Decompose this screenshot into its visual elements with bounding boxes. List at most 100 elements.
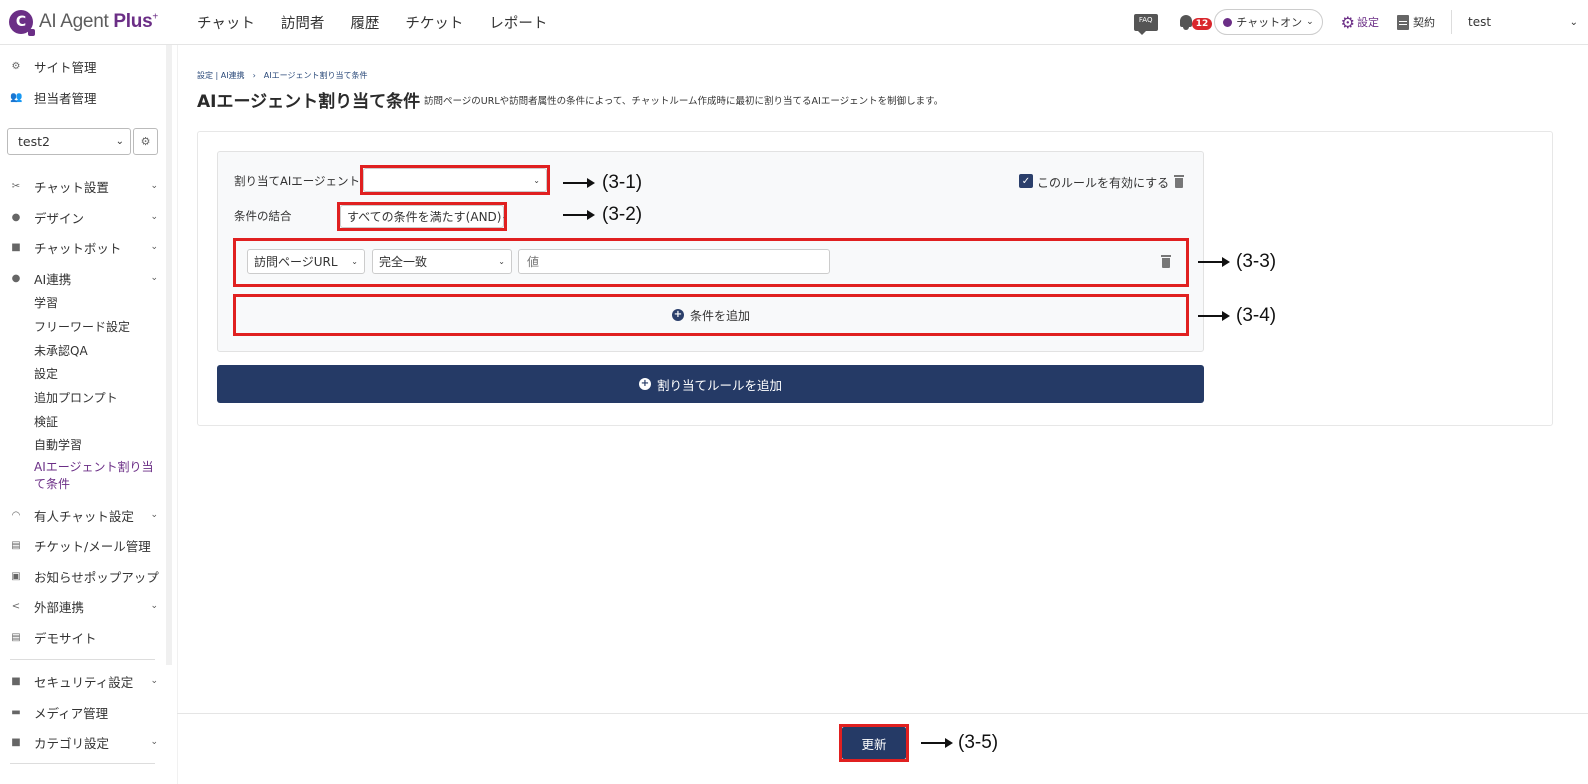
divider [1451,10,1452,34]
gears-icon: ⚙ [11,60,21,72]
nav-reports[interactable]: レポート [489,12,547,33]
sidebar-item-demo-site[interactable]: ▤ デモサイト [0,624,166,650]
enable-rule-checkbox[interactable]: ✓ [1019,174,1033,188]
annotation-arrow-icon [1198,311,1230,321]
faq-icon[interactable]: FAQ [1133,13,1158,35]
sidebar-item-chat-install[interactable]: ✂ チャット設置 ⌄ [0,173,166,199]
sidebar-item-label: デモサイト [34,630,97,646]
page-description: 訪問ページのURLや訪問者属性の条件によって、チャットルーム作成時に最初に割り当… [424,96,944,107]
contract-link[interactable]: 契約 [1397,14,1435,30]
top-bar: C AI Agent Plus+ チャット 訪問者 履歴 チケット レポート F… [0,0,1588,45]
sidebar-item-site-admin[interactable]: ⚙ サイト管理 [0,53,166,79]
notification-badge: 12 [1191,18,1213,30]
sidebar-item-popup[interactable]: ▣ お知らせポップアップ ⌄ [0,563,166,589]
add-condition-button[interactable]: + 条件を追加 [236,297,1186,333]
breadcrumb[interactable]: 設定 | AI連携 › AIエージェント割り当て条件 [197,70,367,81]
nav-visitors[interactable]: 訪問者 [281,12,325,33]
condition-field-select[interactable]: 訪問ページURL ⌄ [247,249,365,274]
sidebar-item-security[interactable]: ■ セキュリティ設定 ⌄ [0,668,166,694]
sidebar: ⚙ サイト管理 👥 担当者管理 test2 ⌄ ⚙ ✂ チャット設置 ⌄ ● デ… [0,45,172,784]
chevron-down-icon: ⌄ [150,181,158,191]
sidebar-item-category[interactable]: ■ カテゴリ設定 ⌄ [0,729,166,755]
sidebar-item-label: デザイン [34,210,85,226]
page-title: AIエージェント割り当て条件 [197,92,421,112]
tools-icon: ✂ [11,180,21,192]
sidebar-item-label: 外部連携 [34,599,85,615]
user-menu[interactable]: test ⌄ [1468,15,1588,29]
plus-circle-icon: + [638,378,651,390]
sidebar-item-label: サイト管理 [34,59,97,75]
condition-value-input[interactable] [518,249,830,274]
chevron-down-icon: ⌄ [501,212,509,221]
condition-operator-value: 完全一致 [379,255,428,269]
sidebar-item-ticket-mail[interactable]: ▤ チケット/メール管理 [0,532,166,558]
nav-chat[interactable]: チャット [197,12,255,33]
chat-status-label: チャットオン [1236,16,1303,29]
ai-sub-auto-learning[interactable]: 自動学習 [34,436,82,453]
combine-select-value: すべての条件を満たす(AND) [347,210,502,224]
bell-icon[interactable] [1178,14,1194,30]
chevron-down-icon: ⌄ [351,257,358,266]
site-select-value: test2 [18,134,50,149]
site-settings-gear-icon[interactable]: ⚙ [133,128,158,155]
chat-status-toggle[interactable]: チャットオン ⌄ [1214,9,1323,35]
ticket-icon: ▤ [11,539,21,551]
divider [177,45,178,784]
main-nav: チャット 訪問者 履歴 チケット レポート [197,12,573,33]
chevron-down-icon: ⌄ [1569,16,1578,28]
combine-select[interactable]: すべての条件を満たす(AND) ⌄ [340,205,508,228]
ai-sub-agent-assignment[interactable]: AIエージェント割り当て条件 [34,459,160,493]
site-select[interactable]: test2 ⌄ [7,128,131,155]
divider [10,659,155,660]
shield-icon: ■ [11,675,21,687]
annotation-label-3-1: (3-1) [602,172,643,193]
sidebar-item-label: カテゴリ設定 [34,735,110,751]
ai-sub-verification[interactable]: 検証 [34,413,58,430]
condition-operator-select[interactable]: 完全一致 ⌄ [372,249,512,274]
sidebar-item-label: チケット/メール管理 [34,538,151,554]
folder-icon: ■ [11,736,21,748]
browser-icon: ▤ [11,631,21,643]
annotation-arrow-icon [1198,257,1230,267]
update-button[interactable]: 更新 [842,727,906,759]
settings-link[interactable]: ⚙ 設定 [1341,13,1379,32]
sidebar-item-integration[interactable]: < 外部連携 ⌄ [0,593,166,619]
sidebar-item-chatbot[interactable]: ■ チャットボット ⌄ [0,234,166,260]
chevron-down-icon: ⌄ [150,212,158,222]
headset-icon: ◠ [11,509,21,521]
ai-sub-learning[interactable]: 学習 [34,294,58,311]
enable-rule-label: このルールを有効にする [1037,176,1170,190]
popup-icon: ▣ [11,570,21,582]
ai-sub-freeword[interactable]: フリーワード設定 [34,318,130,335]
chevron-down-icon: ⌄ [150,571,158,581]
contract-label: 契約 [1413,16,1435,29]
sidebar-item-label: メディア管理 [34,705,109,721]
header-actions: FAQ 12 チャットオン ⌄ ⚙ 設定 契約 test ⌄ [1133,0,1588,44]
delete-rule-trash-icon[interactable] [1174,175,1184,188]
sidebar-item-staff-admin[interactable]: 👥 担当者管理 [0,84,166,110]
sidebar-item-ai[interactable]: ● AI連携 ⌄ [0,265,166,291]
nav-history[interactable]: 履歴 [350,12,379,33]
sidebar-item-label: セキュリティ設定 [34,674,134,690]
ai-sub-prompt[interactable]: 追加プロンプト [34,389,118,406]
document-icon [1397,14,1409,30]
users-icon: 👥 [10,91,23,103]
chevron-down-icon: ⌄ [150,737,158,747]
chevron-down-icon: ⌄ [115,136,124,147]
sidebar-item-media[interactable]: ▬ メディア管理 [0,699,166,725]
logo-text: AI Agent Plus+ [39,11,158,32]
add-rule-button[interactable]: + 割り当てルールを追加 [217,365,1204,403]
sidebar-scrollbar[interactable] [166,45,172,665]
logo-icon: C [9,10,35,36]
gear-icon: ⚙ [1340,12,1355,32]
delete-condition-trash-icon[interactable] [1161,255,1171,268]
agent-select[interactable]: ⌄ [363,168,547,192]
app-logo[interactable]: C AI Agent Plus+ [9,10,179,36]
sidebar-item-live-chat[interactable]: ◠ 有人チャット設定 ⌄ [0,502,166,528]
chevron-down-icon: ⌄ [150,601,158,611]
sidebar-item-design[interactable]: ● デザイン ⌄ [0,204,166,230]
brain-icon: ● [11,272,21,284]
nav-tickets[interactable]: チケット [405,12,463,33]
ai-sub-settings[interactable]: 設定 [34,365,58,382]
ai-sub-unapproved-qa[interactable]: 未承認QA [34,342,88,359]
